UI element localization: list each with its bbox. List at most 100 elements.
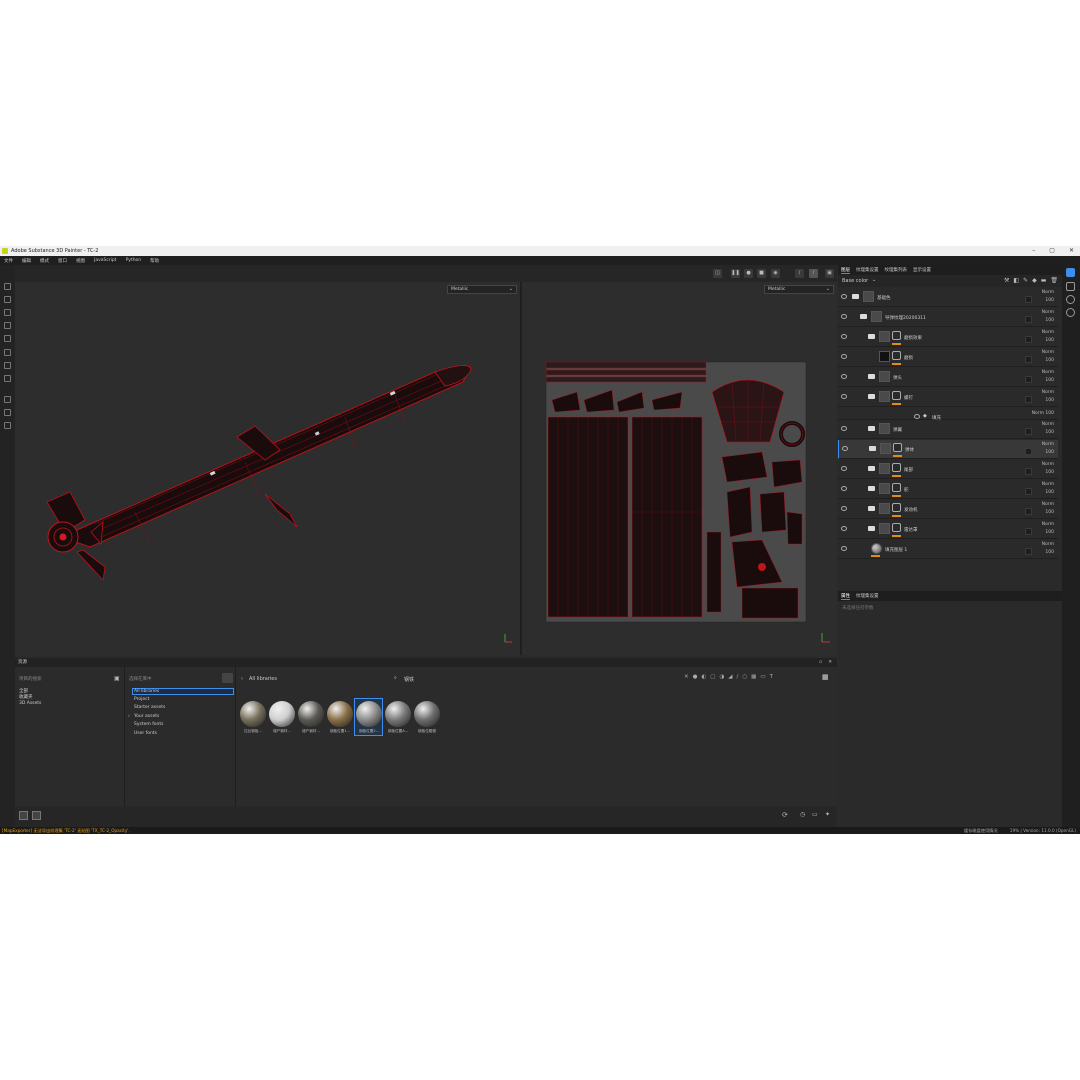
layer-name[interactable]: 弹头	[893, 375, 902, 381]
eye-icon[interactable]	[841, 466, 847, 471]
maximize-button[interactable]: ▢	[1049, 247, 1055, 254]
add-fill-layer-icon[interactable]: ◆	[1032, 277, 1037, 284]
material-thumbnail[interactable]	[269, 701, 295, 727]
mask-thumbnail[interactable]	[892, 391, 901, 400]
layer-row[interactable]: ◆ 填充 Norm 100	[838, 408, 1058, 421]
layer-row[interactable]: 舵 Norm 100	[838, 480, 1058, 499]
opacity-swatch[interactable]	[1025, 508, 1032, 515]
brush-mode-icon[interactable]: /	[809, 269, 818, 278]
add-effect-icon[interactable]: ⚒	[1004, 277, 1009, 284]
view-tiles-icon[interactable]	[32, 811, 41, 820]
hide-filter-icon[interactable]	[222, 673, 233, 683]
layer-blend[interactable]: Norm 100	[1032, 410, 1054, 418]
eye-icon[interactable]	[841, 374, 847, 379]
tab-display-settings[interactable]: 显示设置	[913, 267, 931, 273]
layer-blend[interactable]: Norm 100	[1042, 309, 1054, 325]
material-thumbnail[interactable]	[240, 701, 266, 727]
scope-favorites[interactable]: 收藏夹	[19, 694, 33, 700]
history-icon[interactable]: ◷	[800, 811, 805, 818]
polygon-fill-icon[interactable]	[4, 375, 11, 382]
eye-icon[interactable]	[841, 506, 847, 511]
layer-name[interactable]: 导弹纹理20200311	[885, 315, 926, 321]
opacity-swatch[interactable]	[1025, 488, 1032, 495]
filter-pen-icon[interactable]: /	[736, 674, 738, 680]
filter-grid-icon[interactable]: ▦	[751, 674, 756, 680]
add-folder-icon[interactable]: ▬	[1041, 277, 1047, 284]
eye-icon[interactable]	[914, 414, 920, 419]
add-mask-icon[interactable]: ◧	[1013, 277, 1019, 284]
mask-thumbnail[interactable]	[892, 463, 901, 472]
screenshot-icon[interactable]: ◉	[771, 269, 780, 278]
history-panel-icon[interactable]	[1066, 282, 1075, 291]
mask-thumbnail[interactable]	[892, 483, 901, 492]
filter-text-icon[interactable]: T	[770, 674, 773, 680]
clock-icon[interactable]	[1066, 295, 1075, 304]
layer-row[interactable]: 磨损 Norm 100	[838, 348, 1058, 367]
layer-name[interactable]: 填充图层 1	[885, 547, 907, 553]
folder-icon[interactable]	[868, 334, 875, 339]
folder-icon[interactable]	[860, 314, 867, 319]
layer-row[interactable]: 弹体 Norm 100	[838, 440, 1058, 459]
eye-icon[interactable]	[842, 446, 848, 451]
delete-layer-icon[interactable]: 🗑	[1050, 277, 1058, 284]
geometry-mask-icon[interactable]	[4, 322, 11, 329]
clear-search-icon[interactable]: ✕	[684, 674, 689, 680]
viewport-2d-uv[interactable]: Metallic ⌄	[522, 282, 837, 655]
tab-properties[interactable]: 属性	[841, 593, 850, 600]
layer-blend[interactable]: Norm 100	[1042, 389, 1054, 405]
save-icon[interactable]: ▣	[114, 675, 120, 682]
folder-icon[interactable]	[868, 526, 875, 531]
refresh-icon[interactable]: ⟳	[782, 811, 788, 819]
minimize-button[interactable]: –	[1032, 247, 1035, 254]
share-icon[interactable]	[1066, 268, 1075, 277]
layer-name[interactable]: 弹翼	[893, 427, 902, 433]
folder-icon[interactable]	[868, 426, 875, 431]
layer-name[interactable]: 发动机	[904, 507, 918, 513]
document-icon[interactable]	[4, 422, 11, 429]
folder-icon[interactable]	[868, 486, 875, 491]
view-list-icon[interactable]	[19, 811, 28, 820]
layer-name[interactable]: 螺钉	[904, 395, 913, 401]
folder-icon[interactable]	[868, 506, 875, 511]
library-user-fonts[interactable]: User fonts	[134, 731, 157, 736]
material-thumbnail[interactable]	[414, 701, 440, 727]
layer-name[interactable]: 磨损	[904, 355, 913, 361]
eye-icon[interactable]	[841, 294, 847, 299]
layer-row[interactable]: 基础色 Norm 100	[838, 288, 1058, 307]
layer-row[interactable]: 螺钉 Norm 100	[838, 388, 1058, 407]
menu-view[interactable]: 视图	[76, 258, 85, 264]
paint-brush-icon[interactable]	[4, 283, 11, 290]
filter-mask-icon[interactable]: ◑	[719, 674, 724, 680]
eye-icon[interactable]	[841, 334, 847, 339]
viewport-3d[interactable]: Metallic ⌄	[15, 282, 520, 655]
clone-icon[interactable]	[4, 349, 11, 356]
eye-icon[interactable]	[841, 526, 847, 531]
opacity-swatch[interactable]	[1025, 336, 1032, 343]
layer-row[interactable]: 磨损效果 Norm 100	[838, 328, 1058, 347]
layer-blend[interactable]: Norm 100	[1042, 521, 1054, 537]
tab-layers[interactable]: 图层	[841, 267, 850, 274]
filter-env-icon[interactable]: ○	[742, 674, 747, 680]
layer-row[interactable]: 雷达罩 Norm 100	[838, 520, 1058, 539]
channel-dropdown[interactable]: Base color	[842, 278, 868, 284]
layer-name[interactable]: 弹体	[905, 447, 914, 453]
symmetry-icon[interactable]: ◫	[713, 269, 722, 278]
mask-thumbnail[interactable]	[893, 443, 902, 452]
layer-blend[interactable]: Norm 100	[1042, 369, 1054, 385]
camera-icon[interactable]: ■	[757, 269, 766, 278]
library-all[interactable]: All libraries	[132, 688, 234, 695]
menu-python[interactable]: Python	[126, 258, 142, 263]
folder-icon[interactable]	[868, 374, 875, 379]
menu-help[interactable]: 帮助	[150, 258, 159, 264]
eye-icon[interactable]	[841, 426, 847, 431]
layer-blend[interactable]: Norm 100	[1042, 541, 1054, 557]
opacity-swatch[interactable]	[1025, 548, 1032, 555]
mask-thumbnail[interactable]	[892, 331, 901, 340]
render-icon[interactable]: ●	[744, 269, 753, 278]
color-picker-icon[interactable]	[4, 362, 11, 369]
layer-name[interactable]: 雷达罩	[904, 527, 918, 533]
folder-icon[interactable]	[868, 394, 875, 399]
opacity-swatch[interactable]	[1025, 296, 1032, 303]
layer-row[interactable]: 填充图层 1 Norm 100	[838, 540, 1058, 559]
layer-blend[interactable]: Norm 100	[1042, 329, 1054, 345]
